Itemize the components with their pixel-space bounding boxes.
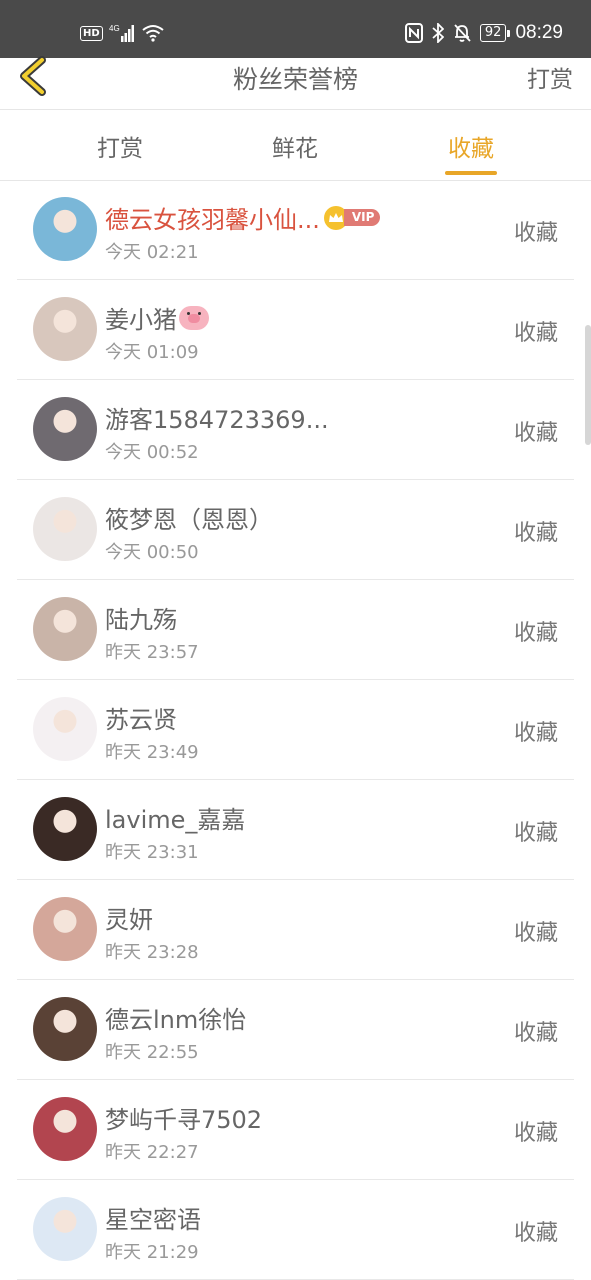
avatar[interactable] — [33, 497, 97, 561]
clock: 08:29 — [515, 22, 563, 43]
timestamp: 今天 01:09 — [105, 342, 199, 363]
active-tab-indicator — [445, 171, 497, 175]
timestamp: 昨天 23:28 — [105, 942, 199, 963]
user-name: 姜小猪 — [105, 300, 209, 335]
user-name: 苏云贤 — [105, 700, 177, 735]
timestamp: 昨天 23:49 — [105, 742, 199, 763]
user-name: 梦屿千寻7502 — [105, 1100, 262, 1135]
user-name-text: 陆九殇 — [105, 606, 177, 634]
signal-icon: 4G — [109, 24, 134, 42]
avatar[interactable] — [33, 997, 97, 1061]
scrollbar[interactable] — [585, 325, 591, 445]
bluetooth-icon — [432, 23, 444, 43]
timestamp: 今天 00:50 — [105, 542, 199, 563]
avatar[interactable] — [33, 1197, 97, 1261]
user-name: 陆九殇 — [105, 600, 177, 635]
favorite-label: 收藏 — [513, 421, 558, 446]
avatar[interactable] — [33, 1097, 97, 1161]
timestamp: 昨天 21:29 — [105, 1242, 199, 1263]
list-item[interactable]: 游客1584723369... 今天 00:52 收藏 — [17, 380, 574, 480]
hd-indicator: HD — [80, 25, 103, 41]
user-name: 灵妍 — [105, 900, 153, 935]
tab-bar: 打赏 鲜花 收藏 — [0, 111, 591, 181]
favorite-label: 收藏 — [513, 1221, 558, 1246]
user-name-text: 德云女孩羽馨小仙... — [105, 206, 320, 234]
tab-flowers[interactable]: 鲜花 — [235, 129, 355, 163]
timestamp: 昨天 23:31 — [105, 842, 199, 863]
user-name-text: 筱梦恩（恩恩） — [105, 506, 273, 534]
status-left: HD 4G — [80, 24, 165, 42]
list-item[interactable]: 姜小猪今天 01:09 收藏 — [17, 280, 574, 380]
pig-face-icon — [179, 305, 209, 330]
list-item[interactable]: 星空密语昨天 21:29 收藏 — [17, 1180, 574, 1280]
vip-badge: VIP — [323, 205, 381, 230]
favorite-label: 收藏 — [513, 621, 558, 646]
list-item[interactable]: 筱梦恩（恩恩） 今天 00:50 收藏 — [17, 480, 574, 580]
reward-button[interactable]: 打赏 — [527, 60, 573, 94]
favorite-label: 收藏 — [513, 221, 558, 246]
battery-indicator: 92 — [479, 24, 510, 42]
nfc-icon — [404, 23, 423, 43]
user-name: 德云lnm徐怡 — [105, 1000, 246, 1035]
list-item[interactable]: 陆九殇昨天 23:57 收藏 — [17, 580, 574, 680]
user-name: 筱梦恩（恩恩） — [105, 500, 273, 535]
list-item[interactable]: 苏云贤昨天 23:49 收藏 — [17, 680, 574, 780]
user-name-text: 星空密语 — [105, 1206, 201, 1234]
favorite-label: 收藏 — [513, 1121, 558, 1146]
status-right: 92 08:29 — [404, 22, 563, 44]
mute-bell-icon — [454, 24, 471, 42]
favorite-label: 收藏 — [513, 321, 558, 346]
user-name-text: 德云lnm徐怡 — [105, 1006, 247, 1034]
user-name-text: 姜小猪 — [105, 306, 177, 334]
vip-label: VIP — [343, 209, 381, 226]
timestamp: 今天 02:21 — [105, 242, 199, 263]
timestamp: 昨天 23:57 — [105, 642, 199, 663]
list-item[interactable]: 德云lnm徐怡昨天 22:55 收藏 — [17, 980, 574, 1080]
tab-reward[interactable]: 打赏 — [60, 129, 180, 163]
user-name-text: 梦屿千寻7502 — [105, 1106, 263, 1134]
user-name-text: lavime_嘉嘉 — [105, 806, 246, 834]
user-name-text: 灵妍 — [105, 906, 153, 934]
user-name: 德云女孩羽馨小仙... VIP — [105, 200, 381, 235]
list-item[interactable]: 灵妍昨天 23:28 收藏 — [17, 880, 574, 980]
network-label: 4G — [109, 24, 120, 33]
user-name: 游客1584723369... — [105, 400, 329, 435]
favorite-label: 收藏 — [513, 721, 558, 746]
user-name-text: 苏云贤 — [105, 706, 177, 734]
tab-favorites[interactable]: 收藏 — [411, 129, 531, 163]
nav-bar: 粉丝荣誉榜 打赏 — [0, 56, 591, 110]
page-title: 粉丝荣誉榜 — [232, 65, 358, 94]
list-item[interactable]: 德云女孩羽馨小仙... VIP 今天 02:21 收藏 — [17, 180, 574, 280]
favorite-label: 收藏 — [513, 521, 558, 546]
list-item[interactable]: lavime_嘉嘉昨天 23:31 收藏 — [17, 780, 574, 880]
avatar[interactable] — [33, 397, 97, 461]
user-name-text: 游客1584723369... — [105, 406, 329, 434]
status-bar: HD 4G 92 08:29 — [0, 0, 591, 58]
user-name: 星空密语 — [105, 1200, 201, 1235]
fan-list: 德云女孩羽馨小仙... VIP 今天 02:21 收藏 姜小猪 今天 01:09 收藏 游客1… — [0, 180, 591, 1280]
avatar[interactable] — [33, 197, 97, 261]
timestamp: 昨天 22:55 — [105, 1042, 199, 1063]
timestamp: 昨天 22:27 — [105, 1142, 199, 1163]
wifi-icon — [142, 25, 164, 42]
avatar[interactable] — [33, 797, 97, 861]
list-item[interactable]: 梦屿千寻7502 昨天 22:27 收藏 — [17, 1080, 574, 1180]
favorite-label: 收藏 — [513, 1021, 558, 1046]
timestamp: 今天 00:52 — [105, 442, 199, 463]
avatar[interactable] — [33, 697, 97, 761]
avatar[interactable] — [33, 297, 97, 361]
user-name: lavime_嘉嘉 — [105, 800, 245, 835]
favorite-label: 收藏 — [513, 821, 558, 846]
favorite-label: 收藏 — [513, 921, 558, 946]
avatar[interactable] — [33, 897, 97, 961]
avatar[interactable] — [33, 597, 97, 661]
